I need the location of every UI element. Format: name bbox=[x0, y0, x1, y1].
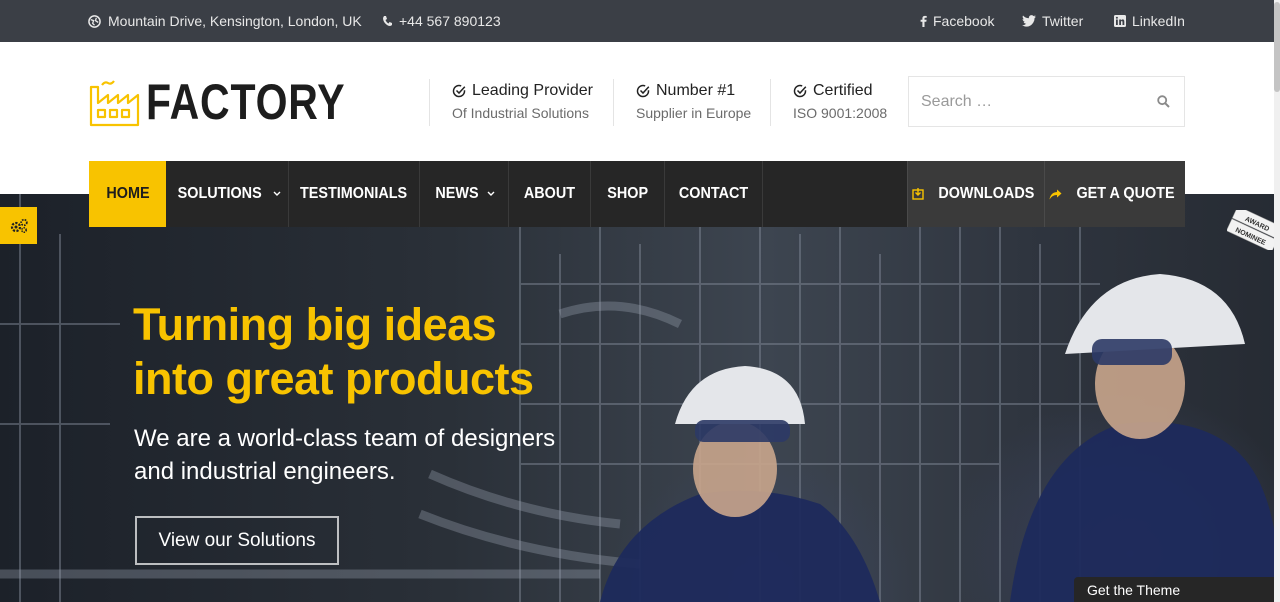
hero-subtitle: We are a world-class team of designers a… bbox=[134, 425, 556, 485]
downloads-label: DOWNLOADS bbox=[938, 185, 1035, 202]
check-circle-icon bbox=[636, 84, 650, 98]
phone-info: +44 567 890123 bbox=[382, 0, 501, 42]
nav-item-contact[interactable]: CONTACT bbox=[665, 161, 763, 227]
site-logo[interactable]: FACTORY bbox=[88, 76, 389, 128]
downloads-button[interactable]: DOWNLOADS bbox=[907, 161, 1044, 227]
download-icon bbox=[912, 188, 924, 200]
twitter-link[interactable]: Twitter bbox=[1022, 0, 1083, 42]
facebook-link[interactable]: Facebook bbox=[920, 0, 994, 42]
nav-item-testimonials[interactable]: TESTIMONIALS bbox=[289, 161, 420, 227]
search-icon[interactable] bbox=[1157, 95, 1170, 108]
get-a-quote-button[interactable]: GET A QUOTE bbox=[1044, 161, 1185, 227]
check-circle-icon bbox=[793, 84, 807, 98]
feature-title: Leading Provider bbox=[472, 82, 593, 99]
share-arrow-icon bbox=[1049, 189, 1062, 199]
scrollbar-thumb[interactable] bbox=[1274, 2, 1280, 92]
feature-title: Certified bbox=[813, 82, 873, 99]
main-nav: HOME SOLUTIONS TESTIMONIALS NEWS ABOUT S… bbox=[89, 161, 1185, 227]
nav-item-label: CONTACT bbox=[678, 185, 749, 202]
hero-title: Turning big ideas into great products bbox=[133, 299, 534, 404]
linkedin-label: LinkedIn bbox=[1132, 13, 1185, 29]
top-bar: Mountain Drive, Kensington, London, UK +… bbox=[0, 0, 1280, 42]
feature-subtitle: ISO 9001:2008 bbox=[793, 105, 888, 121]
nav-item-label: TESTIMONIALS bbox=[300, 185, 408, 202]
hero-banner: Turning big ideas into great products We… bbox=[0, 194, 1280, 602]
feature-leading-provider: Leading Provider Of Industrial Solutions bbox=[429, 79, 593, 126]
phone-icon bbox=[383, 16, 392, 26]
search-input[interactable] bbox=[921, 77, 1141, 126]
nav-item-label: ABOUT bbox=[523, 185, 576, 202]
get-a-quote-label: GET A QUOTE bbox=[1076, 185, 1176, 202]
award-nominee-badge[interactable]: AWARD NOMINEE bbox=[1226, 205, 1280, 255]
feature-number-one: Number #1 Supplier in Europe bbox=[613, 79, 751, 126]
nav-item-about[interactable]: ABOUT bbox=[509, 161, 591, 227]
nav-item-shop[interactable]: SHOP bbox=[591, 161, 665, 227]
address-text: Mountain Drive, Kensington, London, UK bbox=[108, 13, 362, 29]
twitter-label: Twitter bbox=[1042, 13, 1084, 29]
nav-item-home[interactable]: HOME bbox=[89, 161, 166, 227]
linkedin-icon bbox=[1114, 15, 1126, 27]
site-header: FACTORY Leading Provider Of Industrial S… bbox=[0, 42, 1280, 161]
facebook-label: Facebook bbox=[933, 13, 995, 29]
gears-icon bbox=[10, 218, 28, 233]
phone-text: +44 567 890123 bbox=[399, 13, 501, 29]
facebook-icon bbox=[920, 15, 927, 27]
linkedin-link[interactable]: LinkedIn bbox=[1114, 0, 1185, 42]
nav-actions: DOWNLOADS GET A QUOTE bbox=[907, 161, 1185, 227]
factory-logo-icon bbox=[89, 80, 140, 127]
feature-subtitle: Of Industrial Solutions bbox=[452, 105, 589, 121]
nav-item-label: SHOP bbox=[607, 185, 648, 202]
chevron-down-icon bbox=[273, 191, 281, 196]
logo-text: FACTORY bbox=[146, 74, 346, 130]
nav-item-solutions[interactable]: SOLUTIONS bbox=[166, 161, 289, 227]
nav-item-label: SOLUTIONS bbox=[177, 185, 263, 202]
page-scrollbar[interactable] bbox=[1274, 0, 1280, 602]
globe-icon bbox=[88, 14, 101, 28]
view-solutions-button[interactable]: View our Solutions bbox=[135, 516, 339, 565]
nav-item-news[interactable]: NEWS bbox=[420, 161, 509, 227]
twitter-icon bbox=[1022, 15, 1036, 27]
nav-item-label: HOME bbox=[105, 185, 150, 202]
search-box bbox=[908, 76, 1185, 127]
feature-title: Number #1 bbox=[656, 82, 736, 99]
get-the-theme-tab[interactable]: Get the Theme bbox=[1074, 577, 1280, 602]
check-circle-icon bbox=[452, 84, 466, 98]
nav-item-label: NEWS bbox=[435, 185, 479, 202]
chevron-down-icon bbox=[487, 191, 495, 196]
feature-subtitle: Supplier in Europe bbox=[636, 105, 752, 121]
address-info: Mountain Drive, Kensington, London, UK bbox=[88, 0, 362, 42]
feature-certified: Certified ISO 9001:2008 bbox=[770, 79, 887, 126]
settings-toggle-button[interactable] bbox=[0, 207, 37, 244]
